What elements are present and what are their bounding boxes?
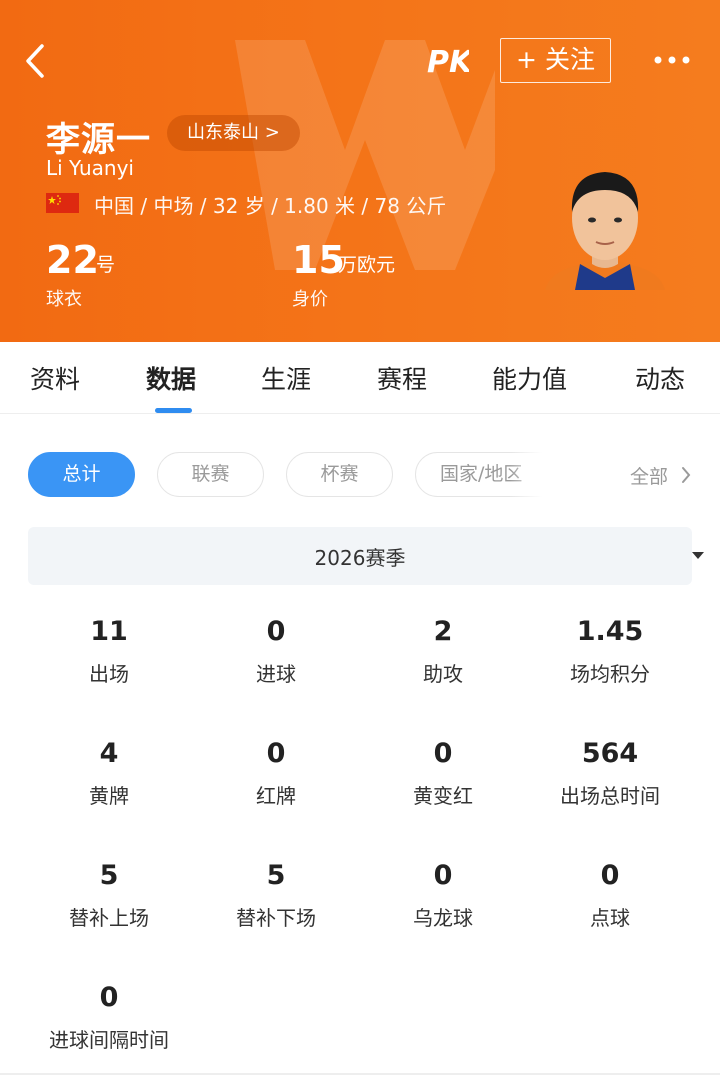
stat-label: 场均积分	[570, 662, 650, 686]
active-tab-indicator	[155, 408, 192, 413]
stat-value: 564	[581, 738, 639, 769]
stat-goal-interval: 0 进球间隔时间	[19, 980, 199, 1053]
stat-value: 5	[266, 860, 286, 891]
stat-label: 进球	[256, 662, 296, 686]
tab-profile[interactable]: 资料	[30, 360, 80, 396]
stat-value: 1.45	[576, 616, 644, 647]
stat-label: 助攻	[423, 662, 463, 686]
filter-league[interactable]: 联赛	[157, 452, 264, 497]
player-avatar	[545, 172, 665, 290]
stat-label: 替补上场	[69, 906, 149, 930]
tab-news[interactable]: 动态	[635, 360, 685, 396]
filter-total[interactable]: 总计	[28, 452, 135, 497]
stat-own-goals: 0 乌龙球	[353, 858, 533, 931]
jersey-label: 球衣	[46, 289, 82, 310]
svg-text:PK: PK	[427, 45, 469, 80]
tab-stats[interactable]: 数据	[146, 360, 196, 396]
stat-label: 点球	[590, 906, 630, 930]
player-info: 中国 / 中场 / 32 岁 / 1.80 米 / 78 公斤	[94, 194, 447, 218]
stat-value: 5	[99, 860, 119, 891]
china-flag-icon	[46, 193, 79, 213]
all-filters-link[interactable]: 全部	[630, 462, 668, 489]
tab-career[interactable]: 生涯	[261, 360, 311, 396]
stat-value: 0	[99, 982, 119, 1013]
stat-value: 0	[433, 738, 453, 769]
more-dots-icon	[654, 56, 690, 64]
stat-value: 0	[266, 738, 286, 769]
stat-label: 替补下场	[236, 906, 316, 930]
stat-second-yellow: 0 黄变红	[353, 736, 533, 809]
stat-goals: 0 进球	[186, 614, 366, 687]
player-name: 李源一	[46, 120, 151, 160]
more-options-button[interactable]	[650, 48, 694, 72]
stat-value: 11	[90, 616, 128, 647]
stat-assists: 2 助攻	[353, 614, 533, 687]
stat-yellow-cards: 4 黄牌	[19, 736, 199, 809]
stat-avg-points: 1.45 场均积分	[520, 614, 700, 687]
back-button[interactable]	[16, 38, 56, 84]
stat-value: 0	[266, 616, 286, 647]
stat-penalties: 0 点球	[520, 858, 700, 931]
stat-label: 出场总时间	[560, 784, 660, 808]
stat-label: 进球间隔时间	[49, 1028, 169, 1052]
stat-label: 黄牌	[89, 784, 129, 808]
stat-label: 红牌	[256, 784, 296, 808]
market-value-label: 身价	[292, 289, 328, 310]
follow-button[interactable]: + 关注	[500, 38, 611, 83]
player-header: PK + 关注 李源一 山东泰山 > Li Yuanyi 中国 / 中场 / 3…	[0, 0, 720, 342]
section-tabs: 资料 数据 生涯 赛程 能力值 动态	[0, 342, 720, 414]
jersey-unit: 号	[96, 254, 116, 276]
caret-down-icon	[692, 552, 704, 559]
team-link[interactable]: 山东泰山 >	[167, 115, 300, 151]
jersey-number: 22	[46, 238, 99, 282]
season-selected-value: 2026赛季	[314, 546, 406, 570]
stat-label: 乌龙球	[413, 906, 473, 930]
chevron-right-icon	[682, 467, 691, 483]
stat-minutes-played: 564 出场总时间	[520, 736, 700, 809]
market-value-unit: 万欧元	[338, 254, 396, 276]
tab-schedule[interactable]: 赛程	[377, 360, 427, 396]
stat-label: 黄变红	[413, 784, 473, 808]
stat-value: 2	[433, 616, 453, 647]
tab-ability[interactable]: 能力值	[492, 360, 567, 396]
stat-sub-on: 5 替补上场	[19, 858, 199, 931]
pk-logo: PK	[427, 45, 469, 80]
stat-value: 0	[433, 860, 453, 891]
stat-value: 4	[99, 738, 119, 769]
chevron-left-icon	[26, 44, 44, 78]
stat-red-cards: 0 红牌	[186, 736, 366, 809]
market-value-number: 15	[292, 238, 345, 282]
stat-sub-off: 5 替补下场	[186, 858, 366, 931]
stat-label: 出场	[89, 662, 129, 686]
filter-cup[interactable]: 杯赛	[286, 452, 393, 497]
stat-value: 0	[600, 860, 620, 891]
season-select[interactable]: 2026赛季	[28, 527, 704, 585]
chip-fade	[510, 452, 590, 497]
stat-appearances: 11 出场	[19, 614, 199, 687]
player-name-english: Li Yuanyi	[46, 156, 134, 180]
